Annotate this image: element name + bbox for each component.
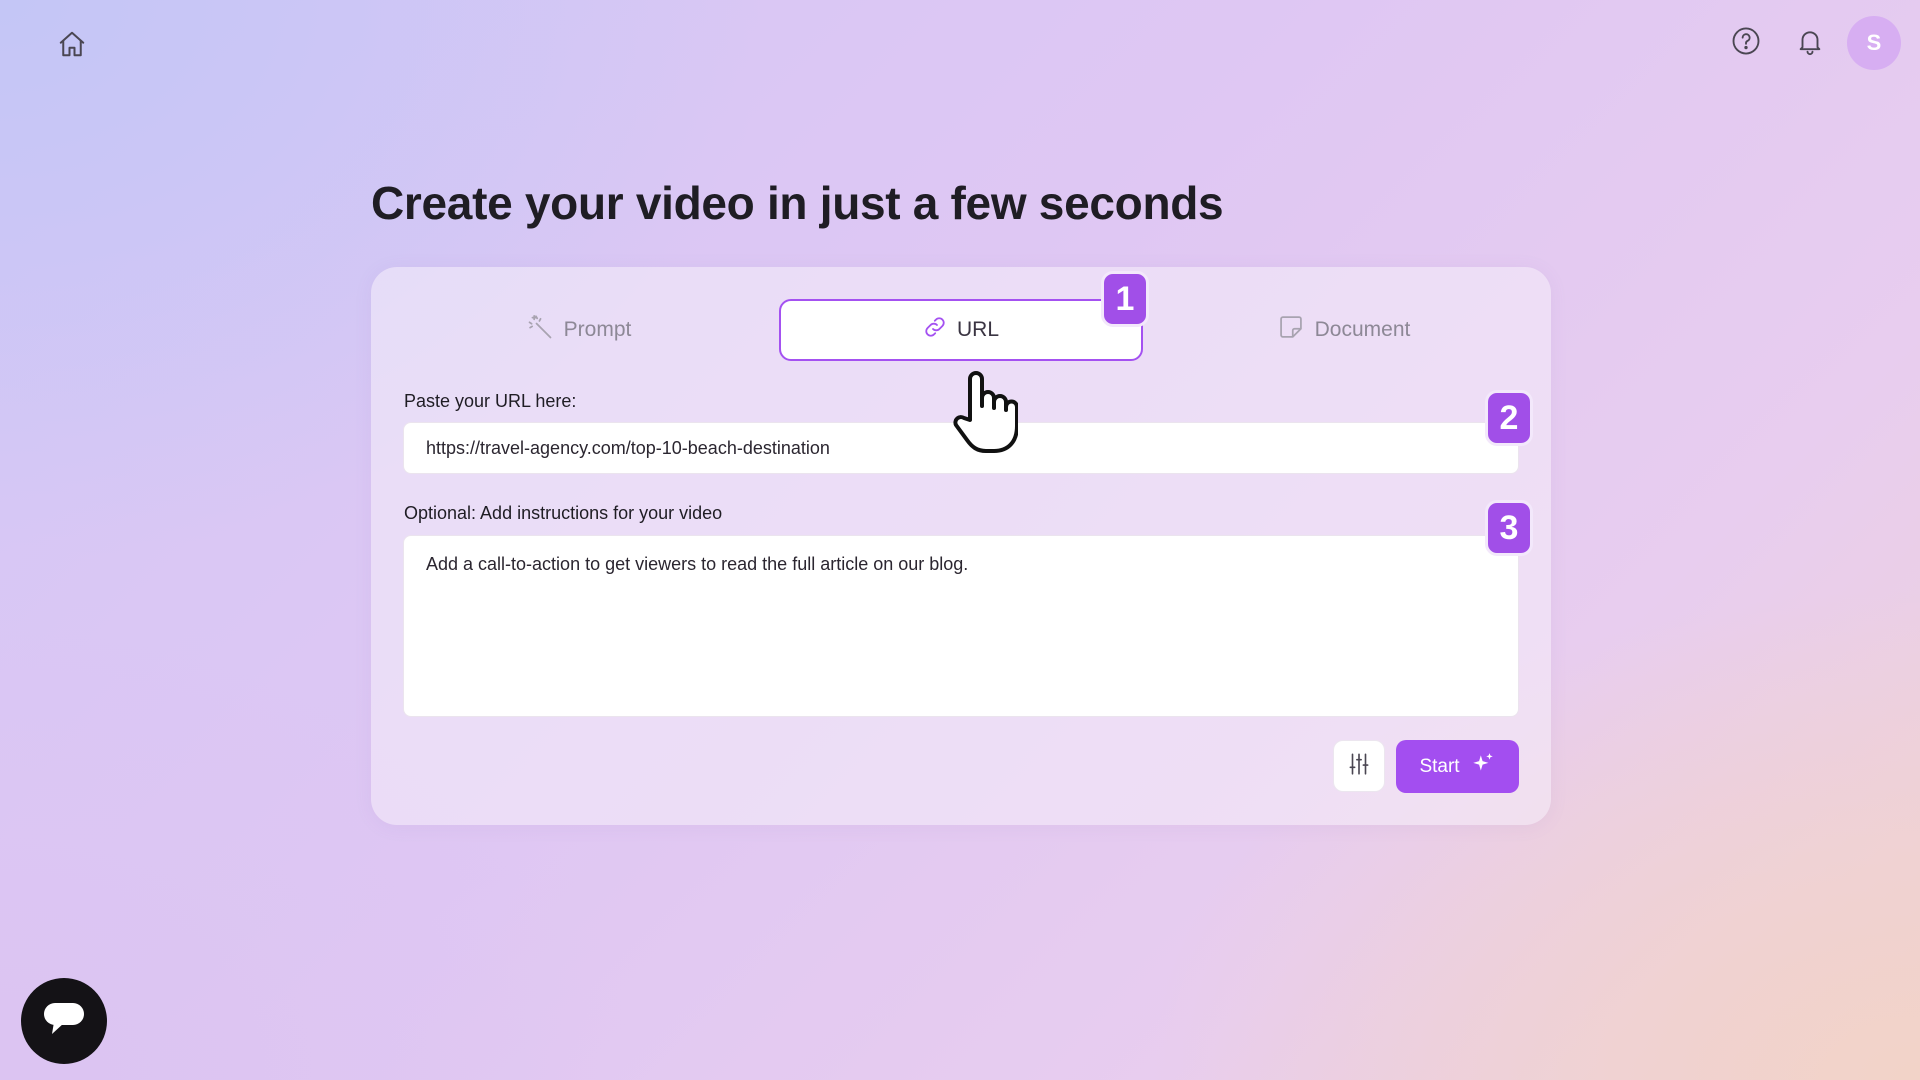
tab-url[interactable]: URL — [779, 299, 1143, 361]
url-field-label: Paste your URL here: — [404, 391, 577, 411]
instructions-textarea[interactable]: Add a call-to-action to get viewers to r… — [403, 535, 1519, 717]
magic-wand-icon — [526, 313, 554, 347]
step-badge-3: 3 — [1485, 500, 1533, 556]
user-avatar[interactable]: S — [1847, 16, 1901, 70]
settings-button[interactable] — [1333, 740, 1385, 792]
chat-button[interactable] — [21, 978, 107, 1064]
tab-prompt-label: Prompt — [563, 318, 632, 341]
tab-url-label: URL — [956, 318, 999, 341]
link-icon — [923, 315, 947, 345]
help-circle-icon — [1731, 26, 1761, 61]
page-title: Create your video in just a few seconds — [371, 177, 1224, 229]
chat-bubble-icon — [42, 999, 86, 1044]
step-badge-2: 2 — [1485, 390, 1533, 446]
home-button[interactable] — [52, 26, 92, 66]
start-button[interactable]: Start — [1396, 740, 1519, 793]
start-button-label: Start — [1419, 755, 1460, 777]
hand-pointer-cursor — [952, 370, 1019, 454]
home-icon — [57, 29, 87, 64]
sparkles-icon — [1470, 751, 1496, 783]
notifications-button[interactable] — [1790, 23, 1830, 63]
document-icon — [1277, 313, 1305, 347]
step-badge-1: 1 — [1101, 271, 1149, 327]
instructions-field-label: Optional: Add instructions for your vide… — [404, 503, 723, 523]
create-video-card: Prompt URL Document 1 Paste your URL her… — [371, 267, 1551, 825]
avatar-initial: S — [1866, 30, 1882, 55]
help-button[interactable] — [1726, 23, 1766, 63]
tab-document-label: Document — [1314, 318, 1411, 341]
sliders-icon — [1346, 751, 1372, 782]
bell-icon — [1795, 26, 1825, 61]
tab-document[interactable]: Document — [1166, 299, 1521, 361]
tab-prompt[interactable]: Prompt — [401, 299, 756, 361]
